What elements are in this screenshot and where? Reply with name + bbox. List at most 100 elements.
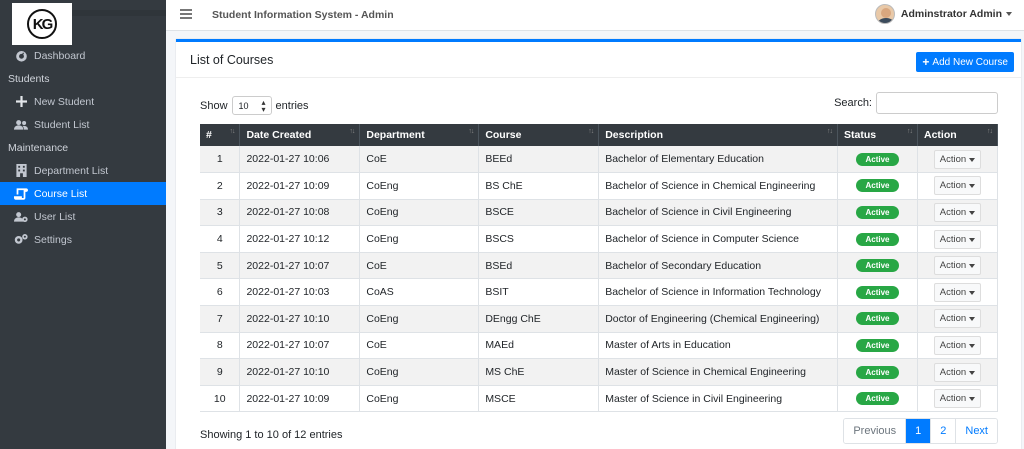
menu-toggle-icon[interactable] <box>180 9 192 21</box>
dashboard-icon <box>14 49 28 63</box>
top-navbar: Student Information System - Admin Admin… <box>166 0 1024 31</box>
add-new-course-button[interactable]: + Add New Course <box>916 52 1014 72</box>
users-icon <box>14 118 28 132</box>
sidebar-item-settings[interactable]: Settings <box>0 228 166 251</box>
table-body: 1 2022-01-27 10:06 CoE BEEd Bachelor of Elem… <box>200 146 999 413</box>
action-label: Action <box>939 260 967 272</box>
table-row: 9 2022-01-27 10:10 CoEng MS ChE Master of Sc… <box>200 358 999 386</box>
action-label: Action <box>939 366 967 378</box>
action-dropdown-button[interactable]: Action <box>933 335 982 355</box>
cell-date-created: 2022-01-27 10:07 <box>239 332 361 360</box>
table-row: 10 2022-01-27 10:09 CoEng MSCE Master of Sci… <box>200 385 999 413</box>
cell-date-created: 2022-01-27 10:07 <box>239 252 361 280</box>
chevron-down-icon <box>1006 12 1012 16</box>
cell-description: Master of Arts in Education <box>598 332 839 360</box>
cell-number: 1 <box>200 146 241 174</box>
action-dropdown-button[interactable]: Action <box>933 362 982 382</box>
brand-logo[interactable]: KG <box>12 3 72 45</box>
column-header-description[interactable]: Description ↑↓ <box>598 124 839 146</box>
cell-description: Bachelor of Science in Computer Science <box>598 225 839 253</box>
status-badge: Active <box>856 232 899 246</box>
cell-number: 5 <box>200 252 241 280</box>
column-header-department[interactable]: Department ↑↓ <box>359 124 480 146</box>
cell-course: BSCS <box>478 225 600 253</box>
cell-number: 10 <box>200 385 241 413</box>
cell-description: Bachelor of Science in Chemical Engineer… <box>598 172 839 200</box>
entries-select[interactable]: 10 ▴ ▾ <box>231 96 272 115</box>
cell-course: DEngg ChE <box>478 305 600 333</box>
cell-course: BSIT <box>478 278 600 307</box>
action-dropdown-button[interactable]: Action <box>933 309 982 329</box>
sort-icon: ↑↓ <box>468 128 474 135</box>
column-header-status[interactable]: Status ↑↓ <box>837 124 918 146</box>
chevron-down-icon <box>969 290 976 295</box>
sidebar-item-department-list[interactable]: Department List <box>0 159 166 182</box>
action-dropdown-button[interactable]: Action <box>933 202 982 222</box>
table-row: 8 2022-01-27 10:07 CoE MAEd Master of Arts i… <box>200 332 999 360</box>
column-header-course[interactable]: Course ↑↓ <box>478 124 600 146</box>
column-header-number[interactable]: # ↑↓ <box>200 124 241 146</box>
sort-icon: ↑↓ <box>987 128 993 135</box>
plus-icon <box>14 95 28 109</box>
cell-course: BSEd <box>478 252 600 280</box>
status-badge: Active <box>856 365 899 379</box>
action-dropdown-button[interactable]: Action <box>933 282 982 302</box>
cell-action: Action <box>917 305 999 333</box>
status-badge: Active <box>856 152 899 166</box>
sidebar-section-maintenance: Maintenance <box>8 141 69 154</box>
column-header-date-created[interactable]: Date Created ↑↓ <box>239 124 361 146</box>
chevron-down-icon <box>969 317 976 322</box>
cell-date-created: 2022-01-27 10:09 <box>239 385 361 413</box>
cell-status: Active <box>837 305 918 333</box>
search-input[interactable] <box>876 92 998 114</box>
cell-number: 4 <box>200 225 241 253</box>
sidebar-item-student-list[interactable]: Student List <box>0 113 166 136</box>
sidebar-item-new-student[interactable]: New Student <box>0 90 166 113</box>
sidebar-item-label: Course List <box>34 187 88 200</box>
table-header-row: # ↑↓ Date Created ↑↓ Department ↑↓ Course ↑↓… <box>200 124 999 146</box>
action-dropdown-button[interactable]: Action <box>933 176 982 196</box>
chevron-down-icon <box>969 157 976 162</box>
sidebar-item-course-list[interactable]: Course List <box>0 182 166 205</box>
status-badge: Active <box>856 179 899 193</box>
cell-date-created: 2022-01-27 10:10 <box>239 305 361 333</box>
status-badge: Active <box>856 205 899 219</box>
table-info: Showing 1 to 10 of 12 entries <box>200 429 343 441</box>
chevron-down-icon <box>969 264 976 269</box>
entries-length: Show 10 ▴ ▾ entries <box>200 96 309 115</box>
cell-status: Active <box>837 278 918 307</box>
table-row: 3 2022-01-27 10:08 CoEng BSCE Bachelor of Sc… <box>200 199 999 227</box>
table-row: 7 2022-01-27 10:10 CoEng DEngg ChE Doctor of… <box>200 305 999 333</box>
users-cog-icon <box>14 210 28 224</box>
action-dropdown-button[interactable]: Action <box>933 256 982 276</box>
sidebar-item-dashboard[interactable]: Dashboard <box>0 44 166 67</box>
cell-status: Active <box>837 146 918 174</box>
sidebar-item-user-list[interactable]: User List <box>0 205 166 228</box>
cell-status: Active <box>837 332 918 360</box>
cell-status: Active <box>837 172 918 200</box>
sort-icon: ↑↓ <box>906 128 913 135</box>
pagination-next[interactable]: Next <box>956 419 997 443</box>
user-menu[interactable]: Adminstrator Admin <box>874 4 1012 24</box>
pagination-page-2[interactable]: 2 <box>931 419 957 443</box>
cell-date-created: 2022-01-27 10:06 <box>239 146 361 174</box>
building-icon <box>14 164 28 178</box>
cell-course: BS ChE <box>478 172 600 200</box>
action-label: Action <box>939 180 967 192</box>
action-label: Action <box>939 233 967 245</box>
status-badge: Active <box>856 338 899 352</box>
cell-date-created: 2022-01-27 10:09 <box>239 172 361 200</box>
courses-table: # ↑↓ Date Created ↑↓ Department ↑↓ Course ↑↓… <box>200 124 999 413</box>
action-label: Action <box>939 286 967 298</box>
action-dropdown-button[interactable]: Action <box>933 149 982 169</box>
pagination-page-1[interactable]: 1 <box>906 419 932 443</box>
action-dropdown-button[interactable]: Action <box>933 389 982 409</box>
table-row: 1 2022-01-27 10:06 CoE BEEd Bachelor of Elem… <box>200 146 999 174</box>
action-dropdown-button[interactable]: Action <box>933 229 982 249</box>
status-badge: Active <box>856 392 899 406</box>
column-header-action[interactable]: Action ↑↓ <box>917 124 999 146</box>
status-badge: Active <box>856 259 899 273</box>
pagination-previous[interactable]: Previous <box>844 419 907 443</box>
scroll-icon <box>14 187 28 201</box>
sidebar-item-label: New Student <box>34 95 95 108</box>
